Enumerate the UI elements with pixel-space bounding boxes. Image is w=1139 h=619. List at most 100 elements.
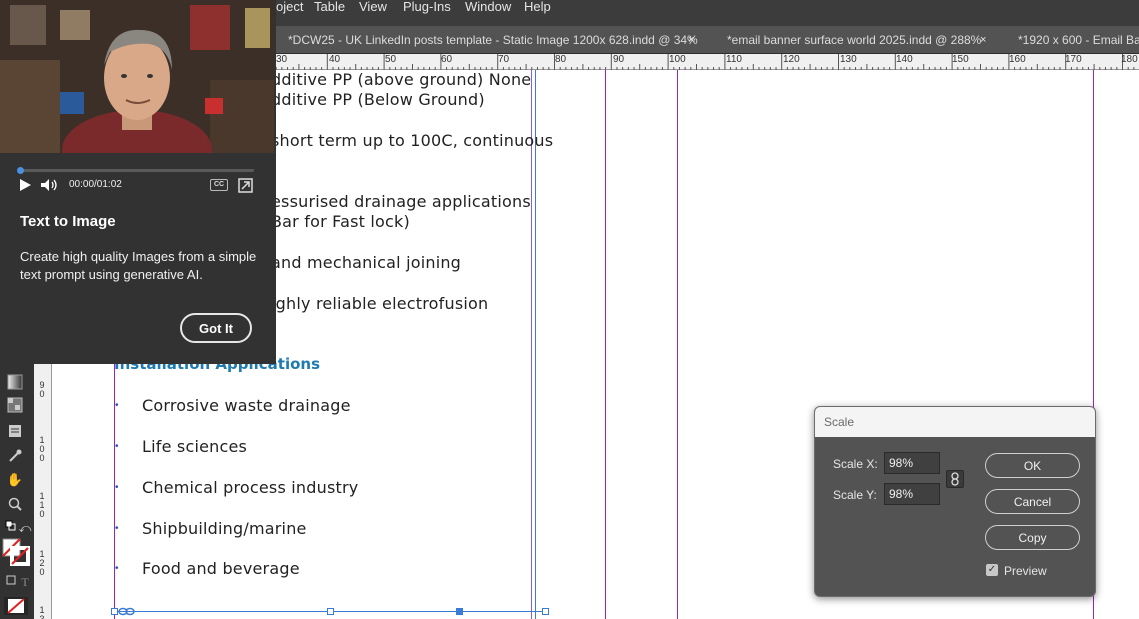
text-to-image-tip: 00:00/01:02 CC Text to Image Create high…: [0, 0, 276, 364]
text-line[interactable]: essurised drainage applications: [271, 192, 531, 211]
menu-table[interactable]: Table: [314, 0, 345, 26]
tutorial-video[interactable]: [0, 0, 274, 153]
menu-help[interactable]: Help: [524, 0, 551, 26]
fill-stroke-swatch-icon[interactable]: [2, 538, 30, 566]
ruler-label: 1 3: [39, 605, 45, 619]
bullet-marker: •: [115, 523, 119, 534]
ruler-label: 130: [840, 54, 857, 65]
ruler-label: 1 1 0: [39, 491, 45, 519]
menu-object[interactable]: oject: [276, 0, 303, 26]
eyedropper-tool-icon[interactable]: [6, 448, 24, 466]
bullet-item[interactable]: Corrosive waste drainage: [142, 396, 351, 415]
resize-handle[interactable]: [327, 608, 334, 615]
text-line[interactable]: dditive PP (Below Ground): [271, 90, 485, 109]
text-line[interactable]: dditive PP (above ground) None: [271, 70, 531, 89]
resize-handle[interactable]: [456, 608, 463, 615]
resize-handle[interactable]: [542, 608, 549, 615]
gradient-swatch-tool-icon[interactable]: [6, 374, 24, 392]
resize-handle[interactable]: [111, 608, 118, 615]
ruler-label: 50: [385, 54, 397, 65]
tab-1920x600-email[interactable]: *1920 x 600 - Email Ban: [1018, 26, 1139, 54]
video-progress-bar[interactable]: [17, 167, 254, 174]
close-icon[interactable]: ×: [688, 26, 694, 54]
hand-tool-icon[interactable]: ✋: [6, 471, 24, 489]
indesign-window: oject Table View Plug-Ins Window Help *D…: [0, 0, 1139, 619]
swap-fill-stroke-icon[interactable]: ⤺: [16, 519, 34, 537]
format-text-icon[interactable]: T: [16, 573, 34, 591]
closed-captions-icon[interactable]: CC: [210, 179, 228, 191]
text-frame-edge: [535, 70, 536, 619]
tab-label: *1920 x 600 - Email Ban: [1018, 33, 1139, 47]
tab-label: *DCW25 - UK LinkedIn posts template - St…: [288, 33, 698, 47]
ruler-label: 9 0: [39, 380, 45, 399]
note-tool-icon[interactable]: [6, 423, 24, 441]
threaded-link-icon[interactable]: [118, 607, 136, 616]
cancel-button[interactable]: Cancel: [985, 489, 1080, 514]
preview-label: Preview: [1004, 564, 1047, 578]
ruler-label: 120: [783, 54, 800, 65]
scale-y-label: Scale Y:: [833, 488, 877, 502]
bullet-item[interactable]: Life sciences: [142, 437, 247, 456]
margin-guide: [605, 70, 606, 619]
video-time: 00:00/01:02: [69, 179, 122, 190]
ruler-label: 160: [1009, 54, 1026, 65]
scale-x-input[interactable]: [884, 452, 940, 474]
copy-button[interactable]: Copy: [985, 525, 1080, 550]
gradient-feather-tool-icon[interactable]: [6, 397, 24, 415]
column-guide: [531, 70, 532, 619]
ruler-label: 80: [555, 54, 567, 65]
preview-checkbox[interactable]: ✓: [986, 564, 998, 576]
tab-email-banner[interactable]: *email banner surface world 2025.indd @ …: [727, 26, 997, 54]
bullet-item[interactable]: Food and beverage: [142, 559, 300, 578]
close-icon[interactable]: ×: [980, 26, 986, 54]
text-line[interactable]: short term up to 100C, continuous: [271, 131, 553, 150]
menu-view[interactable]: View: [359, 0, 387, 26]
scale-x-label: Scale X:: [833, 457, 878, 471]
presenter-video-frame: [0, 0, 274, 153]
vertical-ruler[interactable]: 9 0 1 0 0 1 1 0 1 2 0 1 3: [34, 364, 52, 619]
bullet-item[interactable]: Shipbuilding/marine: [142, 519, 307, 538]
ruler-label: 180: [1121, 54, 1138, 65]
ruler-label: 40: [329, 54, 341, 65]
scale-dialog: Scale Scale X: Scale Y: OK Cancel Copy ✓…: [814, 406, 1096, 597]
text-line[interactable]: Bar for Fast lock): [271, 212, 410, 231]
pop-out-icon[interactable]: [238, 178, 253, 193]
bullet-marker: •: [115, 563, 119, 574]
tools-panel: ✋ ⤺ T: [0, 364, 34, 619]
apply-none-icon[interactable]: [4, 597, 28, 615]
video-progress-knob[interactable]: [17, 167, 24, 174]
margin-guide: [677, 70, 678, 619]
text-line[interactable]: ighly reliable electrofusion: [271, 294, 488, 313]
play-icon[interactable]: [18, 178, 32, 192]
tab-label: *email banner surface world 2025.indd @ …: [727, 33, 982, 47]
menu-plug-ins[interactable]: Plug-Ins: [403, 0, 451, 26]
menu-window[interactable]: Window: [465, 0, 511, 26]
ruler-label: 100: [669, 54, 686, 65]
scale-y-input[interactable]: [884, 483, 940, 505]
bullet-marker: •: [115, 441, 119, 452]
volume-icon[interactable]: [40, 178, 60, 192]
ruler-label: 60: [441, 54, 453, 65]
bullet-item[interactable]: Chemical process industry: [142, 478, 358, 497]
ruler-label: 140: [896, 54, 913, 65]
ruler-label: 170: [1065, 54, 1082, 65]
ruler-label: 70: [498, 54, 510, 65]
ruler-label: 150: [952, 54, 969, 65]
got-it-button[interactable]: Got It: [180, 313, 252, 343]
ok-button[interactable]: OK: [985, 453, 1080, 478]
dialog-titlebar[interactable]: Scale: [815, 407, 1095, 437]
ruler-label: 1 2 0: [39, 549, 45, 577]
ruler-label: 90: [613, 54, 625, 65]
constrain-proportions-link-icon[interactable]: [946, 470, 964, 488]
zoom-tool-icon[interactable]: [6, 496, 24, 514]
ruler-label: 1 0 0: [39, 435, 45, 463]
cc-label: CC: [213, 181, 225, 188]
tip-title: Text to Image: [20, 213, 116, 230]
bullet-marker: •: [115, 482, 119, 493]
tip-description: Create high quality Images from a simple…: [20, 249, 257, 282]
bullet-marker: •: [115, 400, 119, 411]
ruler-label: 30: [276, 54, 288, 65]
ruler-label: 110: [726, 54, 742, 65]
tab-dcw25-linkedin[interactable]: *DCW25 - UK LinkedIn posts template - St…: [288, 26, 708, 54]
text-line[interactable]: and mechanical joining: [271, 253, 461, 272]
